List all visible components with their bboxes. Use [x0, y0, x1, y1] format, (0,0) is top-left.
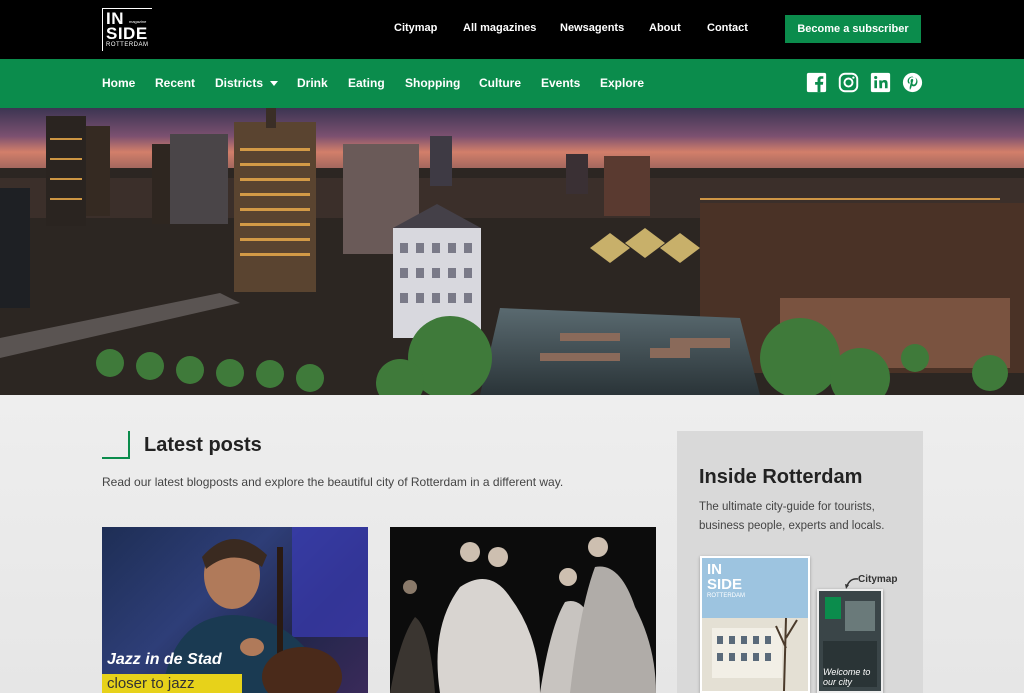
- pinterest-icon[interactable]: [902, 72, 923, 93]
- post-card-jazz[interactable]: Jazz in de Stad closer to jazz: [102, 527, 368, 693]
- nav-events[interactable]: Events: [541, 76, 580, 90]
- citymap-cover[interactable]: Welcome to our city: [817, 589, 883, 693]
- nav-districts[interactable]: Districts: [215, 76, 279, 90]
- instagram-icon[interactable]: [838, 72, 859, 93]
- post-tag: closer to jazz: [102, 674, 242, 693]
- latest-posts-description: Read our latest blogposts and explore th…: [102, 475, 564, 489]
- magazine-title-line-1: IN: [707, 561, 722, 578]
- post-card-dance[interactable]: [390, 527, 656, 693]
- topnav-citymap[interactable]: Citymap: [394, 22, 437, 34]
- nav-drink[interactable]: Drink: [297, 76, 328, 90]
- citymap-label: Citymap: [858, 574, 898, 585]
- nav-recent[interactable]: Recent: [155, 76, 195, 90]
- post-caption: Jazz in de Stad: [107, 651, 222, 668]
- magazine-title-line-3: ROTTERDAM: [707, 593, 745, 599]
- subscribe-button[interactable]: Become a subscriber: [785, 15, 921, 43]
- topnav-contact[interactable]: Contact: [707, 22, 748, 34]
- section-marker: [102, 431, 130, 459]
- hero-image: [0, 108, 1024, 395]
- chevron-down-icon: [270, 81, 279, 87]
- linkedin-icon[interactable]: [870, 72, 891, 93]
- topnav-about[interactable]: About: [649, 22, 681, 34]
- nav-explore[interactable]: Explore: [600, 76, 644, 90]
- post-image-dancers: [390, 537, 656, 693]
- hero-cityscape: [0, 108, 1024, 395]
- sidebar-panel: Inside Rotterdam The ultimate city-guide…: [677, 431, 923, 693]
- nav-culture[interactable]: Culture: [479, 76, 521, 90]
- sidebar-title: Inside Rotterdam: [699, 466, 863, 488]
- nav-districts-label: Districts: [215, 76, 264, 90]
- top-bar: IN magazine SIDE ROTTERDAM Citymap All m…: [0, 0, 1024, 59]
- topnav-all-magazines[interactable]: All magazines: [463, 22, 536, 34]
- facebook-icon[interactable]: [806, 72, 827, 93]
- sidebar-description: The ultimate city-guide for tourists, bu…: [699, 501, 885, 532]
- nav-home[interactable]: Home: [102, 76, 135, 90]
- site-logo[interactable]: IN magazine SIDE ROTTERDAM: [102, 8, 152, 51]
- nav-eating[interactable]: Eating: [348, 76, 385, 90]
- logo-line-2: SIDE: [106, 24, 148, 43]
- magazine-title-line-2: SIDE: [707, 576, 743, 593]
- citymap-cover-text: Welcome to our city: [823, 667, 871, 687]
- nav-shopping[interactable]: Shopping: [405, 76, 460, 90]
- magazine-cover[interactable]: IN SIDE ROTTERDAM: [700, 556, 810, 693]
- main-nav: Home Recent Districts Drink Eating Shopp…: [0, 59, 1024, 108]
- latest-posts-title: Latest posts: [144, 434, 262, 456]
- topnav-newsagents[interactable]: Newsagents: [560, 22, 624, 34]
- logo-line-3: ROTTERDAM: [106, 42, 149, 48]
